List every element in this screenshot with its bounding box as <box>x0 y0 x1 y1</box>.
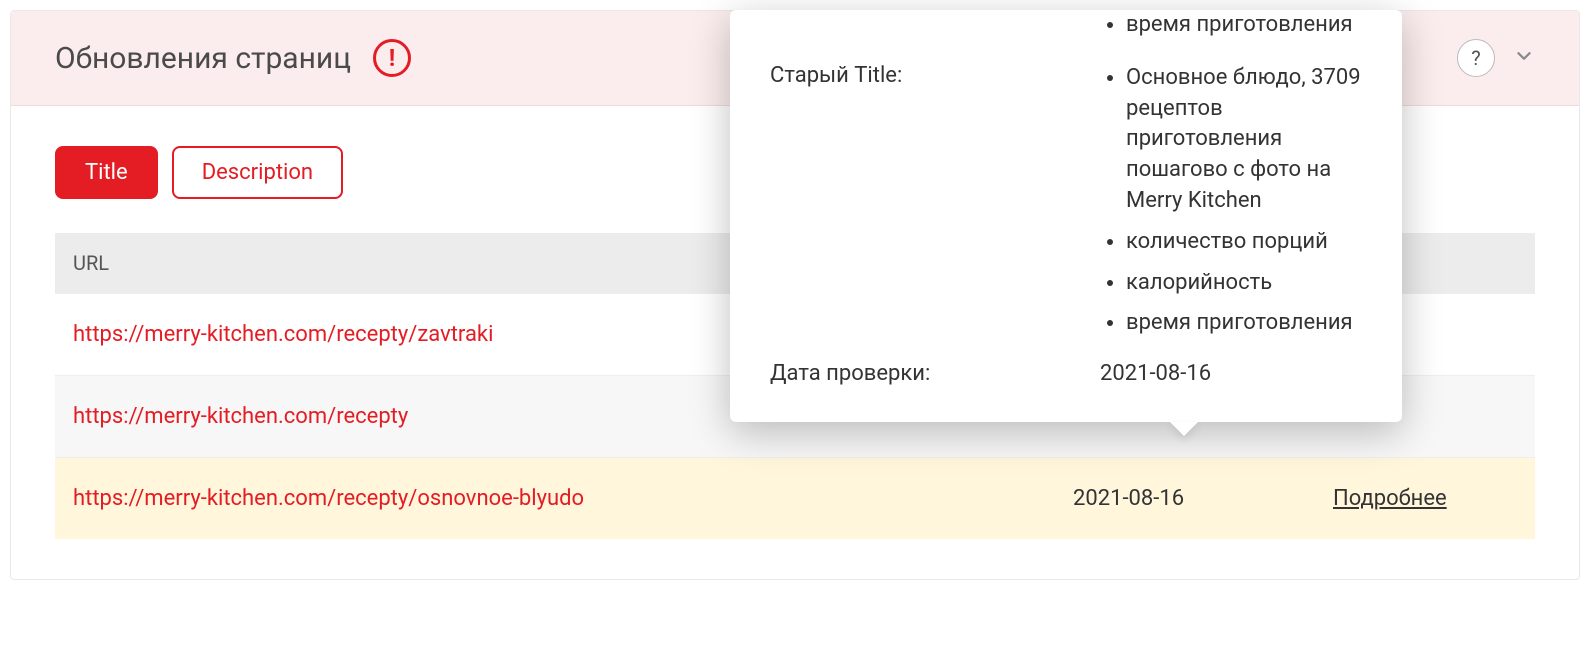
table-cell-date: 2021-08-16 <box>1055 458 1315 540</box>
old-title-value: Основное блюдо, 3709 рецептов приготовле… <box>1100 63 1362 339</box>
tooltip-section-top: время приготовления <box>770 10 1362 41</box>
panel-header-right: ? <box>1457 39 1535 77</box>
panel-header-left: Обновления страниц ! <box>55 39 411 77</box>
details-tooltip: время приготовления Старый Title: Основн… <box>730 10 1402 422</box>
url-link[interactable]: https://merry-kitchen.com/recepty/osnovn… <box>73 486 584 511</box>
tooltip-pointer <box>1170 422 1198 436</box>
tooltip-section-old-title: Старый Title: Основное блюдо, 3709 рецеп… <box>770 41 1362 339</box>
tooltip-value-top: время приготовления <box>1100 10 1362 41</box>
table-row: https://merry-kitchen.com/recepty/osnovn… <box>55 458 1535 540</box>
list-item: время приготовления <box>1126 308 1362 339</box>
check-date-value: 2021-08-16 <box>1100 361 1362 386</box>
list-item: калорийность <box>1126 268 1362 299</box>
old-title-label: Старый Title: <box>770 63 1100 339</box>
tooltip-label-blank <box>770 10 1100 41</box>
list-item: количество порций <box>1126 227 1362 258</box>
chevron-down-icon[interactable] <box>1513 45 1535 72</box>
url-link[interactable]: https://merry-kitchen.com/recepty <box>73 404 408 429</box>
alert-icon: ! <box>373 39 411 77</box>
details-link[interactable]: Подробнее <box>1333 486 1447 511</box>
tab-title[interactable]: Title <box>55 146 158 199</box>
page-title: Обновления страниц <box>55 41 351 76</box>
url-link[interactable]: https://merry-kitchen.com/recepty/zavtra… <box>73 322 493 347</box>
tab-description[interactable]: Description <box>172 146 343 199</box>
list-item: время приготовления <box>1126 10 1362 41</box>
check-date-label: Дата проверки: <box>770 361 1100 386</box>
tooltip-section-check-date: Дата проверки: 2021-08-16 <box>770 339 1362 386</box>
list-item: Основное блюдо, 3709 рецептов приготовле… <box>1126 63 1362 217</box>
help-button[interactable]: ? <box>1457 39 1495 77</box>
